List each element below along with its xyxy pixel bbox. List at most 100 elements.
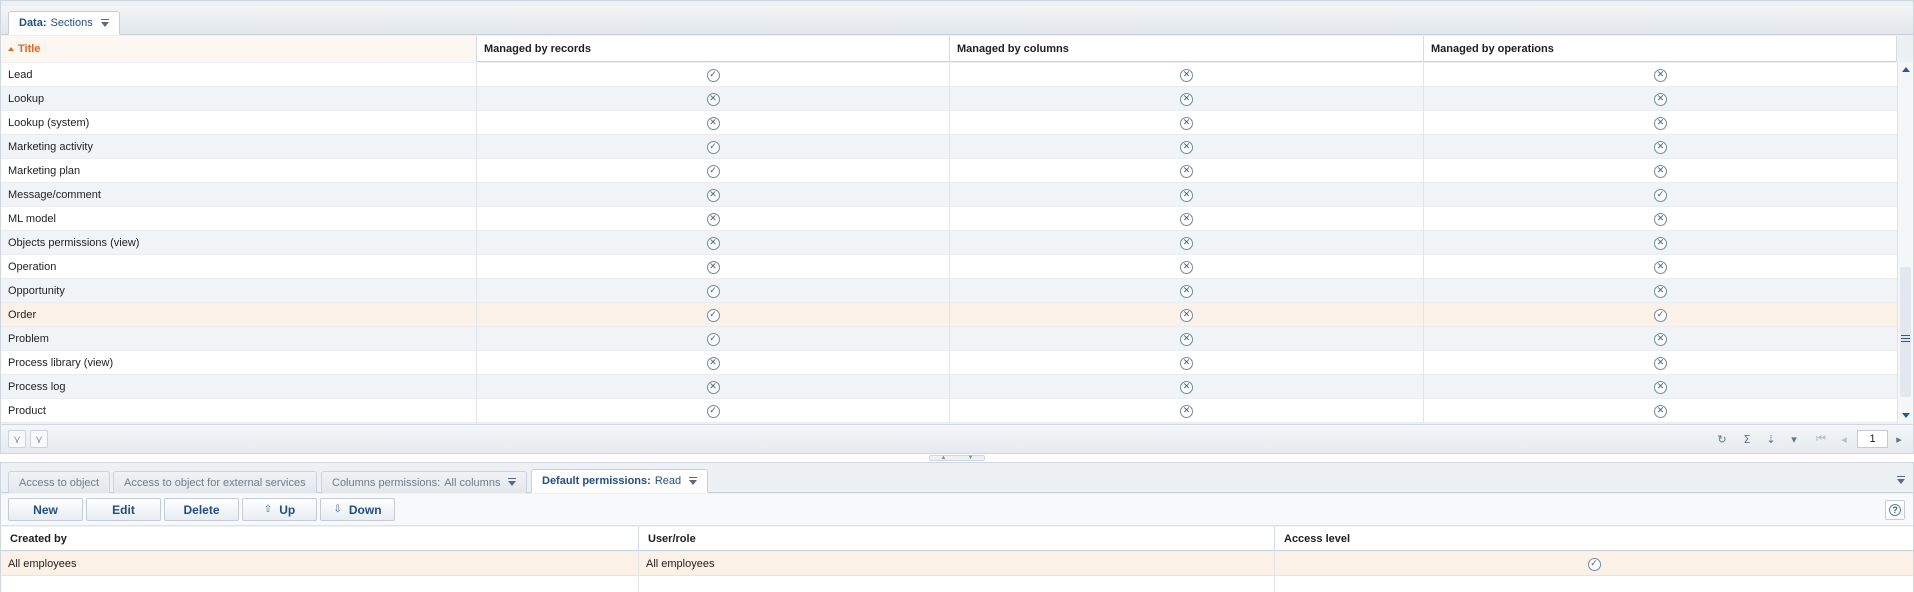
panel-options-icon[interactable] xyxy=(1897,476,1905,484)
cross-icon: ✕ xyxy=(706,356,720,370)
empty-cell xyxy=(1275,576,1913,592)
cross-icon: ✕ xyxy=(1654,236,1667,250)
cell-managed-by-columns: ✕ xyxy=(950,375,1424,399)
splitter-handle[interactable]: ▲ ▼ xyxy=(929,455,985,461)
cross-icon: ✕ xyxy=(1180,116,1193,130)
column-header-access-level[interactable]: Access level xyxy=(1275,527,1913,551)
arrow-up-icon: ⇧ xyxy=(263,504,273,515)
cross-icon: ✕ xyxy=(706,188,720,202)
chevron-down-icon[interactable] xyxy=(689,476,698,485)
tab-columns-permissions[interactable]: Columns permissions: All columns xyxy=(321,471,528,493)
cross-icon: ✕ xyxy=(1654,260,1667,274)
next-page-icon[interactable]: ▸ xyxy=(1890,430,1908,448)
scrollbar-thumb[interactable] xyxy=(1900,267,1911,397)
scroll-up-icon[interactable] xyxy=(1902,67,1910,72)
cell-managed-by-columns: ✕ xyxy=(950,183,1424,207)
export-icon[interactable]: ⇣ xyxy=(1762,430,1780,448)
column-header-managed-by-records[interactable]: Managed by records xyxy=(477,36,950,62)
table-row[interactable]: Marketing plan ✓ ✕ ✕ xyxy=(1,159,1897,183)
tab-default-permissions[interactable]: Default permissions: Read xyxy=(531,469,709,493)
table-row-empty xyxy=(1,576,1913,592)
cell-managed-by-columns: ✕ xyxy=(950,63,1424,87)
table-row[interactable]: Opportunity ✓ ✕ ✕ xyxy=(1,279,1897,303)
new-button[interactable]: New xyxy=(8,498,83,521)
table-row[interactable]: ML model ✕ ✕ ✕ xyxy=(1,207,1897,231)
table-row[interactable]: All employees All employees ✓ xyxy=(1,552,1913,576)
cross-icon: ✕ xyxy=(1180,236,1193,250)
table-row[interactable]: Process library (view) ✕ ✕ ✕ xyxy=(1,351,1897,375)
down-button[interactable]: ⇩ Down xyxy=(320,498,395,521)
column-header-title[interactable]: Title xyxy=(1,36,477,62)
filter-icon[interactable]: ⋎ xyxy=(8,430,26,448)
column-header-label: Managed by operations xyxy=(1431,43,1554,55)
cell-managed-by-operations: ✕ xyxy=(1424,351,1897,375)
help-button[interactable]: ? xyxy=(1885,500,1905,520)
tab-access-external-services[interactable]: Access to object for external services xyxy=(113,471,317,493)
scroll-down-icon[interactable] xyxy=(1902,413,1910,418)
permissions-panel: Access to object Access to object for ex… xyxy=(0,462,1914,592)
up-button[interactable]: ⇧ Up xyxy=(242,498,317,521)
chevron-down-icon[interactable] xyxy=(100,18,109,27)
table-row[interactable]: Operation ✕ ✕ ✕ xyxy=(1,255,1897,279)
collapse-down-icon[interactable]: ▼ xyxy=(968,455,974,461)
delete-button[interactable]: Delete xyxy=(164,498,239,521)
column-header-label: Managed by records xyxy=(484,43,591,55)
table-row[interactable]: Problem ✓ ✕ ✕ xyxy=(1,327,1897,351)
clear-filter-icon[interactable]: ⋎ xyxy=(30,430,48,448)
cell-title: Process log xyxy=(1,375,477,399)
table-row[interactable]: Lookup ✕ ✕ ✕ xyxy=(1,87,1897,111)
column-header-managed-by-operations[interactable]: Managed by operations xyxy=(1424,36,1897,62)
permissions-tab-bar: Access to object Access to object for ex… xyxy=(1,469,1913,493)
table-row[interactable]: Objects permissions (view) ✕ ✕ ✕ xyxy=(1,231,1897,255)
collapse-up-icon[interactable]: ▲ xyxy=(941,455,947,461)
cell-title: Objects permissions (view) xyxy=(1,231,477,255)
cell-managed-by-operations: ✓ xyxy=(1424,303,1897,327)
table-row[interactable]: Product ✓ ✕ ✕ xyxy=(1,399,1897,423)
tab-data-sections[interactable]: Data: Sections xyxy=(8,11,120,35)
first-page-icon[interactable]: ⏮ xyxy=(1812,430,1830,448)
cross-icon: ✕ xyxy=(706,116,720,130)
cross-icon: ✕ xyxy=(1180,68,1193,82)
tab-access-to-object[interactable]: Access to object xyxy=(8,471,111,493)
vertical-scrollbar[interactable] xyxy=(1897,62,1913,423)
cell-title: Order xyxy=(1,303,477,327)
column-header-label: Title xyxy=(18,43,41,55)
settings-dropdown-icon[interactable]: ▾ xyxy=(1785,430,1803,448)
column-header-managed-by-columns[interactable]: Managed by columns xyxy=(950,36,1424,62)
cell-managed-by-records: ✓ xyxy=(477,327,950,351)
arrow-down-icon: ⇩ xyxy=(333,504,342,515)
chevron-down-icon[interactable] xyxy=(508,478,517,486)
table-row[interactable]: Order ✓ ✕ ✓ xyxy=(1,303,1897,327)
cell-managed-by-operations: ✕ xyxy=(1424,207,1897,231)
cell-managed-by-columns: ✕ xyxy=(950,255,1424,279)
cross-icon: ✕ xyxy=(1654,140,1667,154)
cross-icon: ✕ xyxy=(1654,332,1667,346)
button-label: Down xyxy=(348,502,382,517)
cross-icon: ✕ xyxy=(1180,140,1193,154)
cell-title: Lead xyxy=(1,63,477,87)
previous-page-icon[interactable]: ◂ xyxy=(1835,430,1853,448)
cross-icon: ✕ xyxy=(706,260,720,274)
panel-splitter[interactable]: ▲ ▼ xyxy=(0,454,1914,462)
table-row[interactable]: Lead ✓ ✕ ✕ xyxy=(1,63,1897,87)
refresh-icon[interactable]: ↻ xyxy=(1713,430,1731,448)
cell-managed-by-operations: ✕ xyxy=(1424,159,1897,183)
column-header-label: Access level xyxy=(1284,533,1351,545)
cross-icon: ✕ xyxy=(706,92,720,106)
column-header-user-role[interactable]: User/role xyxy=(639,527,1275,551)
edit-button[interactable]: Edit xyxy=(86,498,161,521)
table-row[interactable]: Process log ✕ ✕ ✕ xyxy=(1,375,1897,399)
table-row[interactable]: Lookup (system) ✕ ✕ ✕ xyxy=(1,111,1897,135)
cell-managed-by-columns: ✕ xyxy=(950,87,1424,111)
cell-managed-by-records: ✕ xyxy=(477,351,950,375)
tab-key: Data: xyxy=(19,17,47,29)
column-header-created-by[interactable]: Created by xyxy=(1,527,639,551)
table-row[interactable]: Message/comment ✕ ✕ ✓ xyxy=(1,183,1897,207)
sections-grid-footer: ⋎ ⋎ ↻ Σ ⇣ ▾ ⏮ ◂ 1 ▸ xyxy=(1,424,1913,453)
page-number-field[interactable]: 1 xyxy=(1857,430,1888,448)
cross-icon: ✕ xyxy=(1180,404,1193,418)
cell-managed-by-operations: ✕ xyxy=(1424,135,1897,159)
cell-created-by: All employees xyxy=(1,552,639,576)
table-row[interactable]: Marketing activity ✓ ✕ ✕ xyxy=(1,135,1897,159)
summary-icon[interactable]: Σ xyxy=(1738,430,1756,448)
